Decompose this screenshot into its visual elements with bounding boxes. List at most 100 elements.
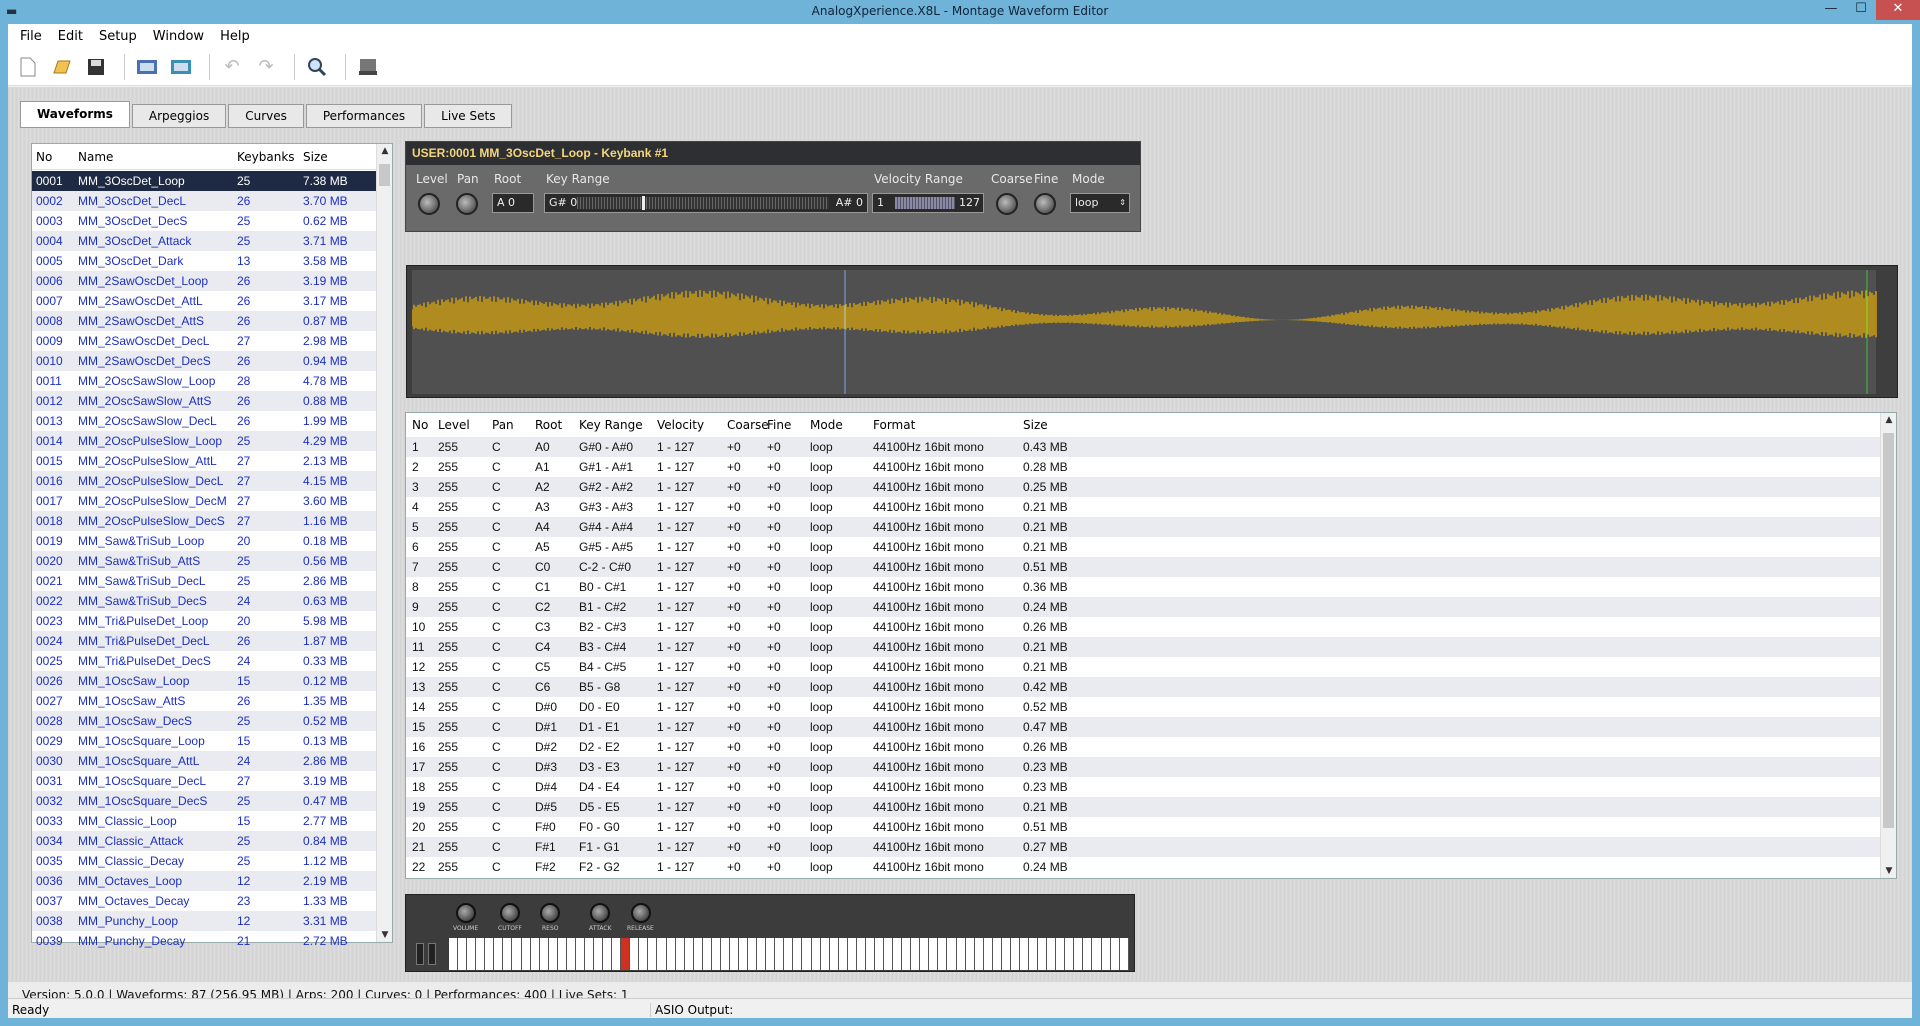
list-item[interactable]: 0015 MM_2OscPulseSlow_AttL 27 2.13 MB (32, 451, 376, 471)
tab-live-sets[interactable]: Live Sets (424, 104, 513, 128)
minimize-button[interactable]: — (1816, 0, 1846, 20)
piano-key[interactable] (1083, 938, 1093, 970)
piano-key[interactable] (657, 938, 667, 970)
col-no[interactable]: No (32, 150, 78, 164)
list-item[interactable]: 0027 MM_1OscSaw_AttS 26 1.35 MB (32, 691, 376, 711)
table-row[interactable]: 11 255 C C4 B3 - C#4 1 - 127 +0 +0 loop 44100Hz 1… (406, 637, 1896, 657)
list-item[interactable]: 0039 MM_Punchy_Decay 21 2.72 MB (32, 931, 376, 951)
list-item[interactable]: 0019 MM_Saw&TriSub_Loop 20 0.18 MB (32, 531, 376, 551)
scroll-down-icon[interactable]: ▼ (1881, 866, 1897, 876)
piano-key[interactable] (630, 938, 640, 970)
level-knob[interactable] (418, 193, 440, 215)
list-item[interactable]: 0012 MM_2OscSawSlow_AttS 26 0.88 MB (32, 391, 376, 411)
piano-key[interactable] (838, 938, 848, 970)
piano-key[interactable] (983, 938, 993, 970)
table-row[interactable]: 16 255 C D#2 D2 - E2 1 - 127 +0 +0 loop 44100Hz 1… (406, 737, 1896, 757)
fine-knob[interactable] (1034, 193, 1056, 215)
piano-key[interactable] (1038, 938, 1048, 970)
list-item[interactable]: 0002 MM_3OscDet_DecL 26 3.70 MB (32, 191, 376, 211)
piano-key[interactable] (476, 938, 486, 970)
waveform-display[interactable] (406, 265, 1898, 398)
list-item[interactable]: 0022 MM_Saw&TriSub_DecS 24 0.63 MB (32, 591, 376, 611)
piano-key[interactable] (748, 938, 758, 970)
table-row[interactable]: 17 255 C D#3 D3 - E3 1 - 127 +0 +0 loop 44100Hz 1… (406, 757, 1896, 777)
list-item[interactable]: 0009 MM_2SawOscDet_DecL 27 2.98 MB (32, 331, 376, 351)
open-file-icon[interactable] (48, 53, 76, 81)
col-name[interactable]: Name (78, 150, 233, 164)
piano-key[interactable] (902, 938, 912, 970)
piano-key[interactable] (566, 938, 576, 970)
col-no[interactable]: No (406, 418, 438, 432)
list-item[interactable]: 0006 MM_2SawOscDet_Loop 26 3.19 MB (32, 271, 376, 291)
piano-key[interactable] (530, 938, 540, 970)
col-keybanks[interactable]: Keybanks (233, 150, 299, 164)
list-item[interactable]: 0025 MM_Tri&PulseDet_DecS 24 0.33 MB (32, 651, 376, 671)
velocity-range-slider[interactable]: 1 127 (872, 193, 984, 213)
piano-key[interactable] (729, 938, 739, 970)
table-row[interactable]: 5 255 C A4 G#4 - A#4 1 - 127 +0 +0 loop 44100Hz 1… (406, 517, 1896, 537)
piano-key[interactable] (449, 938, 459, 970)
mode-select[interactable]: loop ⇕ (1070, 193, 1130, 213)
piano-key[interactable] (1001, 938, 1011, 970)
waveform-list-scrollbar[interactable]: ▲ ▼ (376, 144, 392, 942)
piano-key[interactable] (584, 938, 594, 970)
piano-key[interactable] (548, 938, 558, 970)
piano-key[interactable] (467, 938, 477, 970)
piano-key[interactable] (539, 938, 549, 970)
reso-knob[interactable] (540, 903, 560, 923)
table-row[interactable]: 18 255 C D#4 D4 - E4 1 - 127 +0 +0 loop 44100Hz 1… (406, 777, 1896, 797)
piano-key[interactable] (1010, 938, 1020, 970)
list-item[interactable]: 0016 MM_2OscPulseSlow_DecL 27 4.15 MB (32, 471, 376, 491)
list-item[interactable]: 0001 MM_3OscDet_Loop 25 7.38 MB (32, 171, 376, 191)
piano-key[interactable] (1092, 938, 1102, 970)
piano-key[interactable] (1074, 938, 1084, 970)
piano-key[interactable] (675, 938, 685, 970)
table-row[interactable]: 12 255 C C5 B4 - C#5 1 - 127 +0 +0 loop 44100Hz 1… (406, 657, 1896, 677)
table-row[interactable]: 20 255 C F#0 F0 - G0 1 - 127 +0 +0 loop 44100Hz 1… (406, 817, 1896, 837)
tab-curves[interactable]: Curves (228, 104, 304, 128)
col-velocity[interactable]: Velocity (657, 418, 727, 432)
menu-window[interactable]: Window (145, 29, 212, 44)
list-item[interactable]: 0034 MM_Classic_Attack 25 0.84 MB (32, 831, 376, 851)
col-size[interactable]: Size (299, 150, 369, 164)
piano-key[interactable] (603, 938, 613, 970)
col-format[interactable]: Format (873, 418, 1023, 432)
table-row[interactable]: 10 255 C C3 B2 - C#3 1 - 127 +0 +0 loop 44100Hz 1… (406, 617, 1896, 637)
attack-knob[interactable] (590, 903, 610, 923)
piano-key[interactable] (784, 938, 794, 970)
piano-key[interactable] (684, 938, 694, 970)
piano-key[interactable] (757, 938, 767, 970)
list-item[interactable]: 0010 MM_2SawOscDet_DecS 26 0.94 MB (32, 351, 376, 371)
piano-key[interactable] (811, 938, 821, 970)
piano-key[interactable] (766, 938, 776, 970)
list-item[interactable]: 0023 MM_Tri&PulseDet_Loop 20 5.98 MB (32, 611, 376, 631)
piano-key[interactable] (911, 938, 921, 970)
keybank-table-scrollbar[interactable]: ▲ ▼ (1880, 413, 1896, 878)
piano-key[interactable] (1065, 938, 1075, 970)
list-item[interactable]: 0032 MM_1OscSquare_DecS 25 0.47 MB (32, 791, 376, 811)
col-pan[interactable]: Pan (492, 418, 535, 432)
table-row[interactable]: 2 255 C A1 G#1 - A#1 1 - 127 +0 +0 loop 44100Hz 1… (406, 457, 1896, 477)
piano-key[interactable] (1110, 938, 1120, 970)
list-item[interactable]: 0008 MM_2SawOscDet_AttS 26 0.87 MB (32, 311, 376, 331)
save-icon[interactable] (82, 53, 110, 81)
table-row[interactable]: 9 255 C C2 B1 - C#2 1 - 127 +0 +0 loop 44100Hz 16… (406, 597, 1896, 617)
piano-key[interactable] (884, 938, 894, 970)
piano-key[interactable] (775, 938, 785, 970)
piano-key[interactable] (648, 938, 658, 970)
col-coarse[interactable]: Coarse (727, 418, 769, 432)
piano-key[interactable] (521, 938, 531, 970)
list-item[interactable]: 0038 MM_Punchy_Loop 12 3.31 MB (32, 911, 376, 931)
list-item[interactable]: 0014 MM_2OscPulseSlow_Loop 25 4.29 MB (32, 431, 376, 451)
list-item[interactable]: 0029 MM_1OscSquare_Loop 15 0.13 MB (32, 731, 376, 751)
piano-key[interactable] (739, 938, 749, 970)
piano-key[interactable] (847, 938, 857, 970)
volume-knob[interactable] (456, 903, 476, 923)
piano-key[interactable] (639, 938, 649, 970)
col-level[interactable]: Level (438, 418, 492, 432)
piano-key[interactable] (965, 938, 975, 970)
piano-key[interactable] (920, 938, 930, 970)
piano-key[interactable] (1119, 938, 1129, 970)
tab-waveforms[interactable]: Waveforms (20, 101, 130, 128)
menu-setup[interactable]: Setup (91, 29, 145, 44)
